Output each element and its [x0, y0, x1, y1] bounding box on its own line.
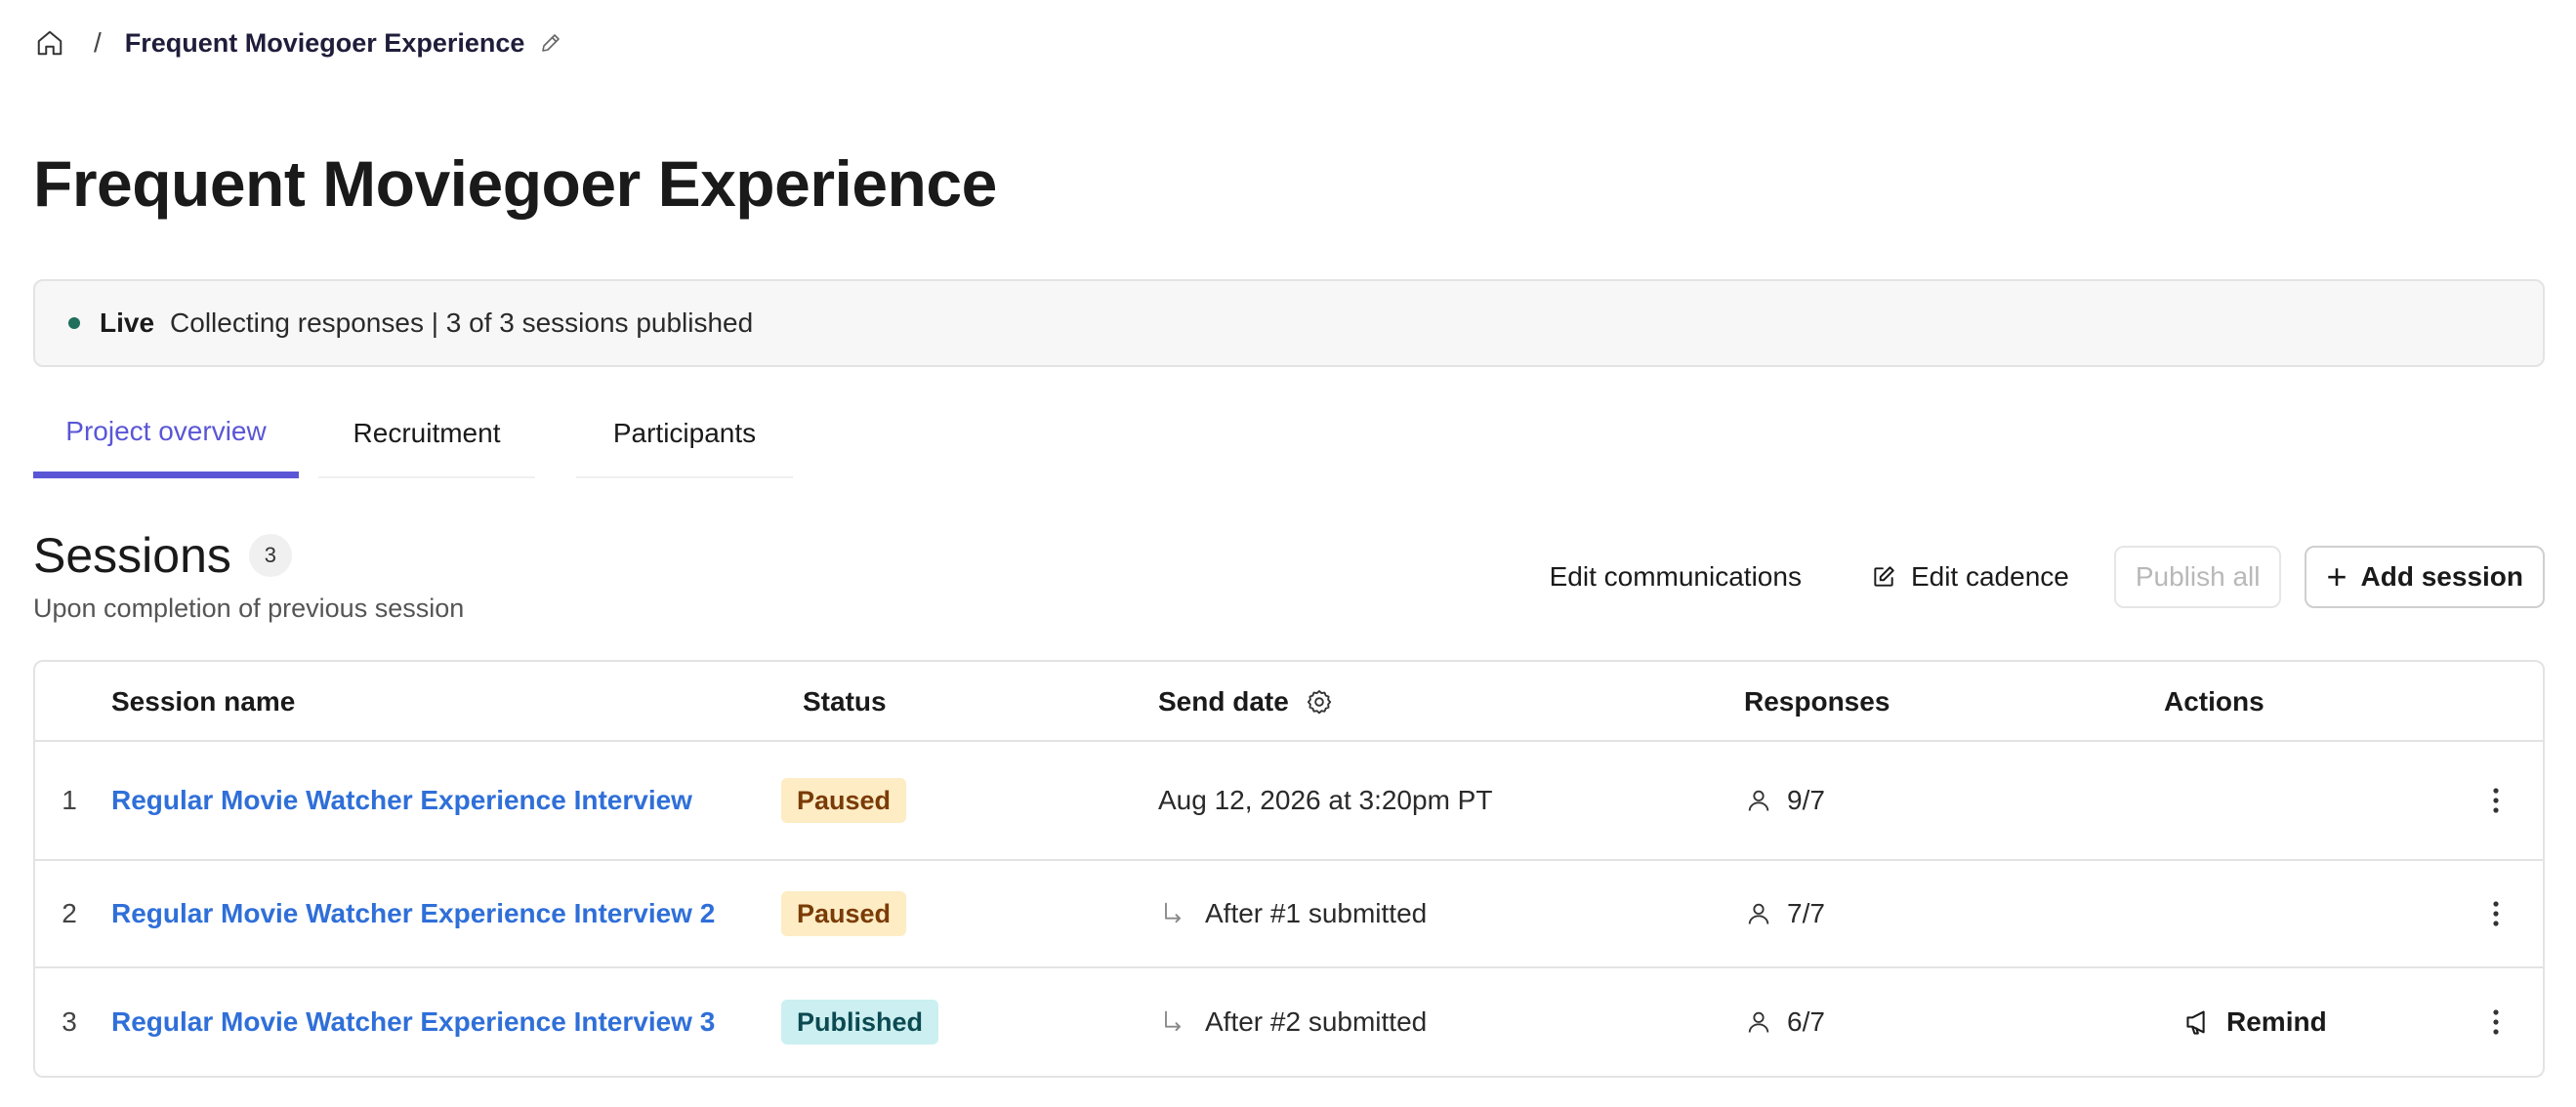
breadcrumb: / Frequent Moviegoer Experience	[33, 23, 563, 62]
responses-cell: 7/7	[1744, 861, 1825, 966]
column-header-responses: Responses	[1744, 686, 1890, 717]
row-index: 3	[62, 1006, 77, 1037]
edit-cadence-label: Edit cadence	[1910, 561, 2069, 592]
status-badge: Paused	[781, 778, 907, 823]
more-options-icon[interactable]	[2476, 742, 2515, 859]
column-header-send-date: Send date	[1158, 662, 1334, 742]
status-cell: Published	[781, 968, 939, 1076]
person-icon	[1744, 786, 1773, 815]
sessions-subtitle: Upon completion of previous session	[33, 594, 465, 623]
table-row: 1 Regular Movie Watcher Experience Inter…	[35, 742, 2543, 861]
sessions-table: Session name Status Send date Responses …	[33, 660, 2545, 1078]
status-text: Collecting responses | 3 of 3 sessions p…	[170, 308, 754, 338]
row-index: 2	[62, 898, 77, 928]
breadcrumb-separator: /	[94, 27, 102, 58]
send-date-header-label: Send date	[1158, 686, 1289, 717]
sessions-heading: Sessions 3	[33, 527, 292, 584]
status-banner: Live Collecting responses | 3 of 3 sessi…	[33, 279, 2545, 367]
live-label: Live	[100, 308, 155, 338]
add-session-button[interactable]: + Add session	[2305, 546, 2545, 608]
responses-cell: 9/7	[1744, 742, 1825, 859]
person-icon	[1744, 899, 1773, 928]
table-row: 2 Regular Movie Watcher Experience Inter…	[35, 861, 2543, 968]
sessions-toolbar: Edit communications Edit cadence Publish…	[1534, 545, 2545, 609]
gear-icon[interactable]	[1305, 687, 1334, 717]
breadcrumb-current: Frequent Moviegoer Experience	[124, 27, 525, 58]
session-name-link[interactable]: Regular Movie Watcher Experience Intervi…	[111, 968, 715, 1076]
more-options-icon[interactable]	[2476, 968, 2515, 1076]
remind-label: Remind	[2226, 1006, 2327, 1037]
sessions-count-badge: 3	[248, 534, 292, 577]
responses-count: 9/7	[1787, 785, 1825, 815]
edit-square-icon	[1870, 563, 1897, 591]
tab-bar: Project overview Recruitment Participant…	[33, 390, 793, 478]
edit-communications-label: Edit communications	[1549, 561, 1802, 592]
add-session-label: Add session	[2360, 561, 2523, 592]
column-header-status: Status	[803, 686, 887, 717]
session-name-link[interactable]: Regular Movie Watcher Experience Intervi…	[111, 861, 715, 966]
column-header-session-name: Session name	[111, 686, 296, 717]
status-cell: Paused	[781, 742, 907, 859]
return-arrow-icon	[1158, 1007, 1187, 1037]
send-date-cell: After #1 submitted	[1158, 861, 1427, 966]
live-status-dot	[68, 317, 80, 329]
edit-communications-button[interactable]: Edit communications	[1534, 546, 1817, 608]
tab-project-overview[interactable]: Project overview	[33, 390, 299, 478]
tab-recruitment[interactable]: Recruitment	[318, 390, 535, 478]
status-cell: Paused	[781, 861, 907, 966]
more-options-icon[interactable]	[2476, 861, 2515, 966]
tab-participants[interactable]: Participants	[576, 390, 793, 478]
edit-cadence-button[interactable]: Edit cadence	[1854, 546, 2085, 608]
person-icon	[1744, 1007, 1773, 1037]
responses-count: 7/7	[1787, 898, 1825, 928]
send-date-text: After #1 submitted	[1205, 898, 1428, 928]
sessions-title: Sessions	[33, 528, 231, 583]
status-badge: Published	[781, 1000, 939, 1045]
responses-cell: 6/7	[1744, 968, 1825, 1076]
column-header-actions: Actions	[2164, 686, 2264, 717]
page-title: Frequent Moviegoer Experience	[33, 147, 997, 220]
home-icon[interactable]	[33, 26, 66, 60]
session-name-link[interactable]: Regular Movie Watcher Experience Intervi…	[111, 742, 692, 859]
plus-icon: +	[2326, 556, 2347, 596]
publish-all-button[interactable]: Publish all	[2113, 546, 2282, 608]
row-index: 1	[62, 785, 77, 815]
send-date-text: After #2 submitted	[1205, 1006, 1428, 1037]
pencil-icon[interactable]	[538, 30, 563, 56]
megaphone-icon	[2183, 1007, 2215, 1037]
return-arrow-icon	[1158, 899, 1187, 928]
responses-count: 6/7	[1787, 1006, 1825, 1037]
status-badge: Paused	[781, 891, 907, 936]
send-date-cell: After #2 submitted	[1158, 968, 1427, 1076]
send-date-cell: Aug 12, 2026 at 3:20pm PT	[1158, 785, 1493, 815]
table-row: 3 Regular Movie Watcher Experience Inter…	[35, 968, 2543, 1076]
table-header: Session name Status Send date Responses …	[35, 662, 2543, 742]
remind-button[interactable]: Remind	[2183, 968, 2327, 1076]
